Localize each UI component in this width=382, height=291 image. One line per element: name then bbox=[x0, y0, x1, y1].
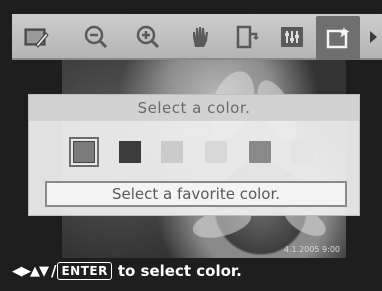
zoom-in-button[interactable] bbox=[130, 18, 166, 56]
enter-key-icon: ENTER bbox=[57, 262, 112, 280]
color-swatch-4[interactable] bbox=[201, 137, 231, 167]
color-swatch-2[interactable] bbox=[115, 137, 145, 167]
color-swatch-6[interactable] bbox=[287, 137, 317, 167]
direction-arrows-icon: ◀▶▲▼ bbox=[12, 263, 49, 279]
color-swatch-5[interactable] bbox=[245, 137, 275, 167]
hint-separator: / bbox=[51, 262, 57, 280]
add-frame-icon bbox=[326, 27, 350, 49]
color-swatch-1[interactable] bbox=[69, 137, 99, 167]
zoom-out-button[interactable] bbox=[78, 18, 114, 56]
navigation-hint: ◀▶▲▼ / ENTER to select color. bbox=[12, 258, 382, 284]
adjust-icon bbox=[281, 27, 303, 47]
zoom-out-icon bbox=[84, 25, 108, 49]
rotate-icon bbox=[236, 25, 259, 49]
right-arrow-icon[interactable] bbox=[368, 30, 378, 44]
dialog-title: Select a color. bbox=[137, 99, 251, 117]
swatch-fill bbox=[249, 141, 271, 163]
adjust-button[interactable] bbox=[274, 18, 310, 56]
swatch-fill bbox=[291, 141, 313, 163]
hand-pan-icon bbox=[193, 27, 208, 47]
swatch-fill bbox=[161, 141, 183, 163]
dialog-title-bar: Select a color. bbox=[29, 95, 359, 121]
camera-screen: 4.1.2005 9:00 Select a color. Select a f… bbox=[0, 0, 382, 291]
zoom-in-icon bbox=[136, 25, 160, 49]
color-select-dialog: Select a color. Select a favorite color. bbox=[28, 94, 360, 216]
swatch-fill bbox=[73, 141, 95, 163]
hand-pan-button[interactable] bbox=[182, 18, 218, 56]
add-frame-button[interactable] bbox=[316, 16, 360, 60]
swatch-fill bbox=[205, 141, 227, 163]
photo-date-stamp: 4.1.2005 9:00 bbox=[283, 245, 340, 254]
hint-text: to select color. bbox=[117, 262, 242, 280]
favorite-color-label: Select a favorite color. bbox=[111, 185, 281, 203]
color-swatches bbox=[69, 137, 329, 167]
color-swatch-3[interactable] bbox=[157, 137, 187, 167]
toolbar bbox=[12, 14, 382, 60]
edit-image-button[interactable] bbox=[18, 18, 54, 56]
rotate-button[interactable] bbox=[228, 18, 264, 56]
swatch-fill bbox=[119, 141, 141, 163]
edit-image-icon bbox=[24, 28, 49, 48]
select-favorite-color-button[interactable]: Select a favorite color. bbox=[45, 181, 347, 207]
